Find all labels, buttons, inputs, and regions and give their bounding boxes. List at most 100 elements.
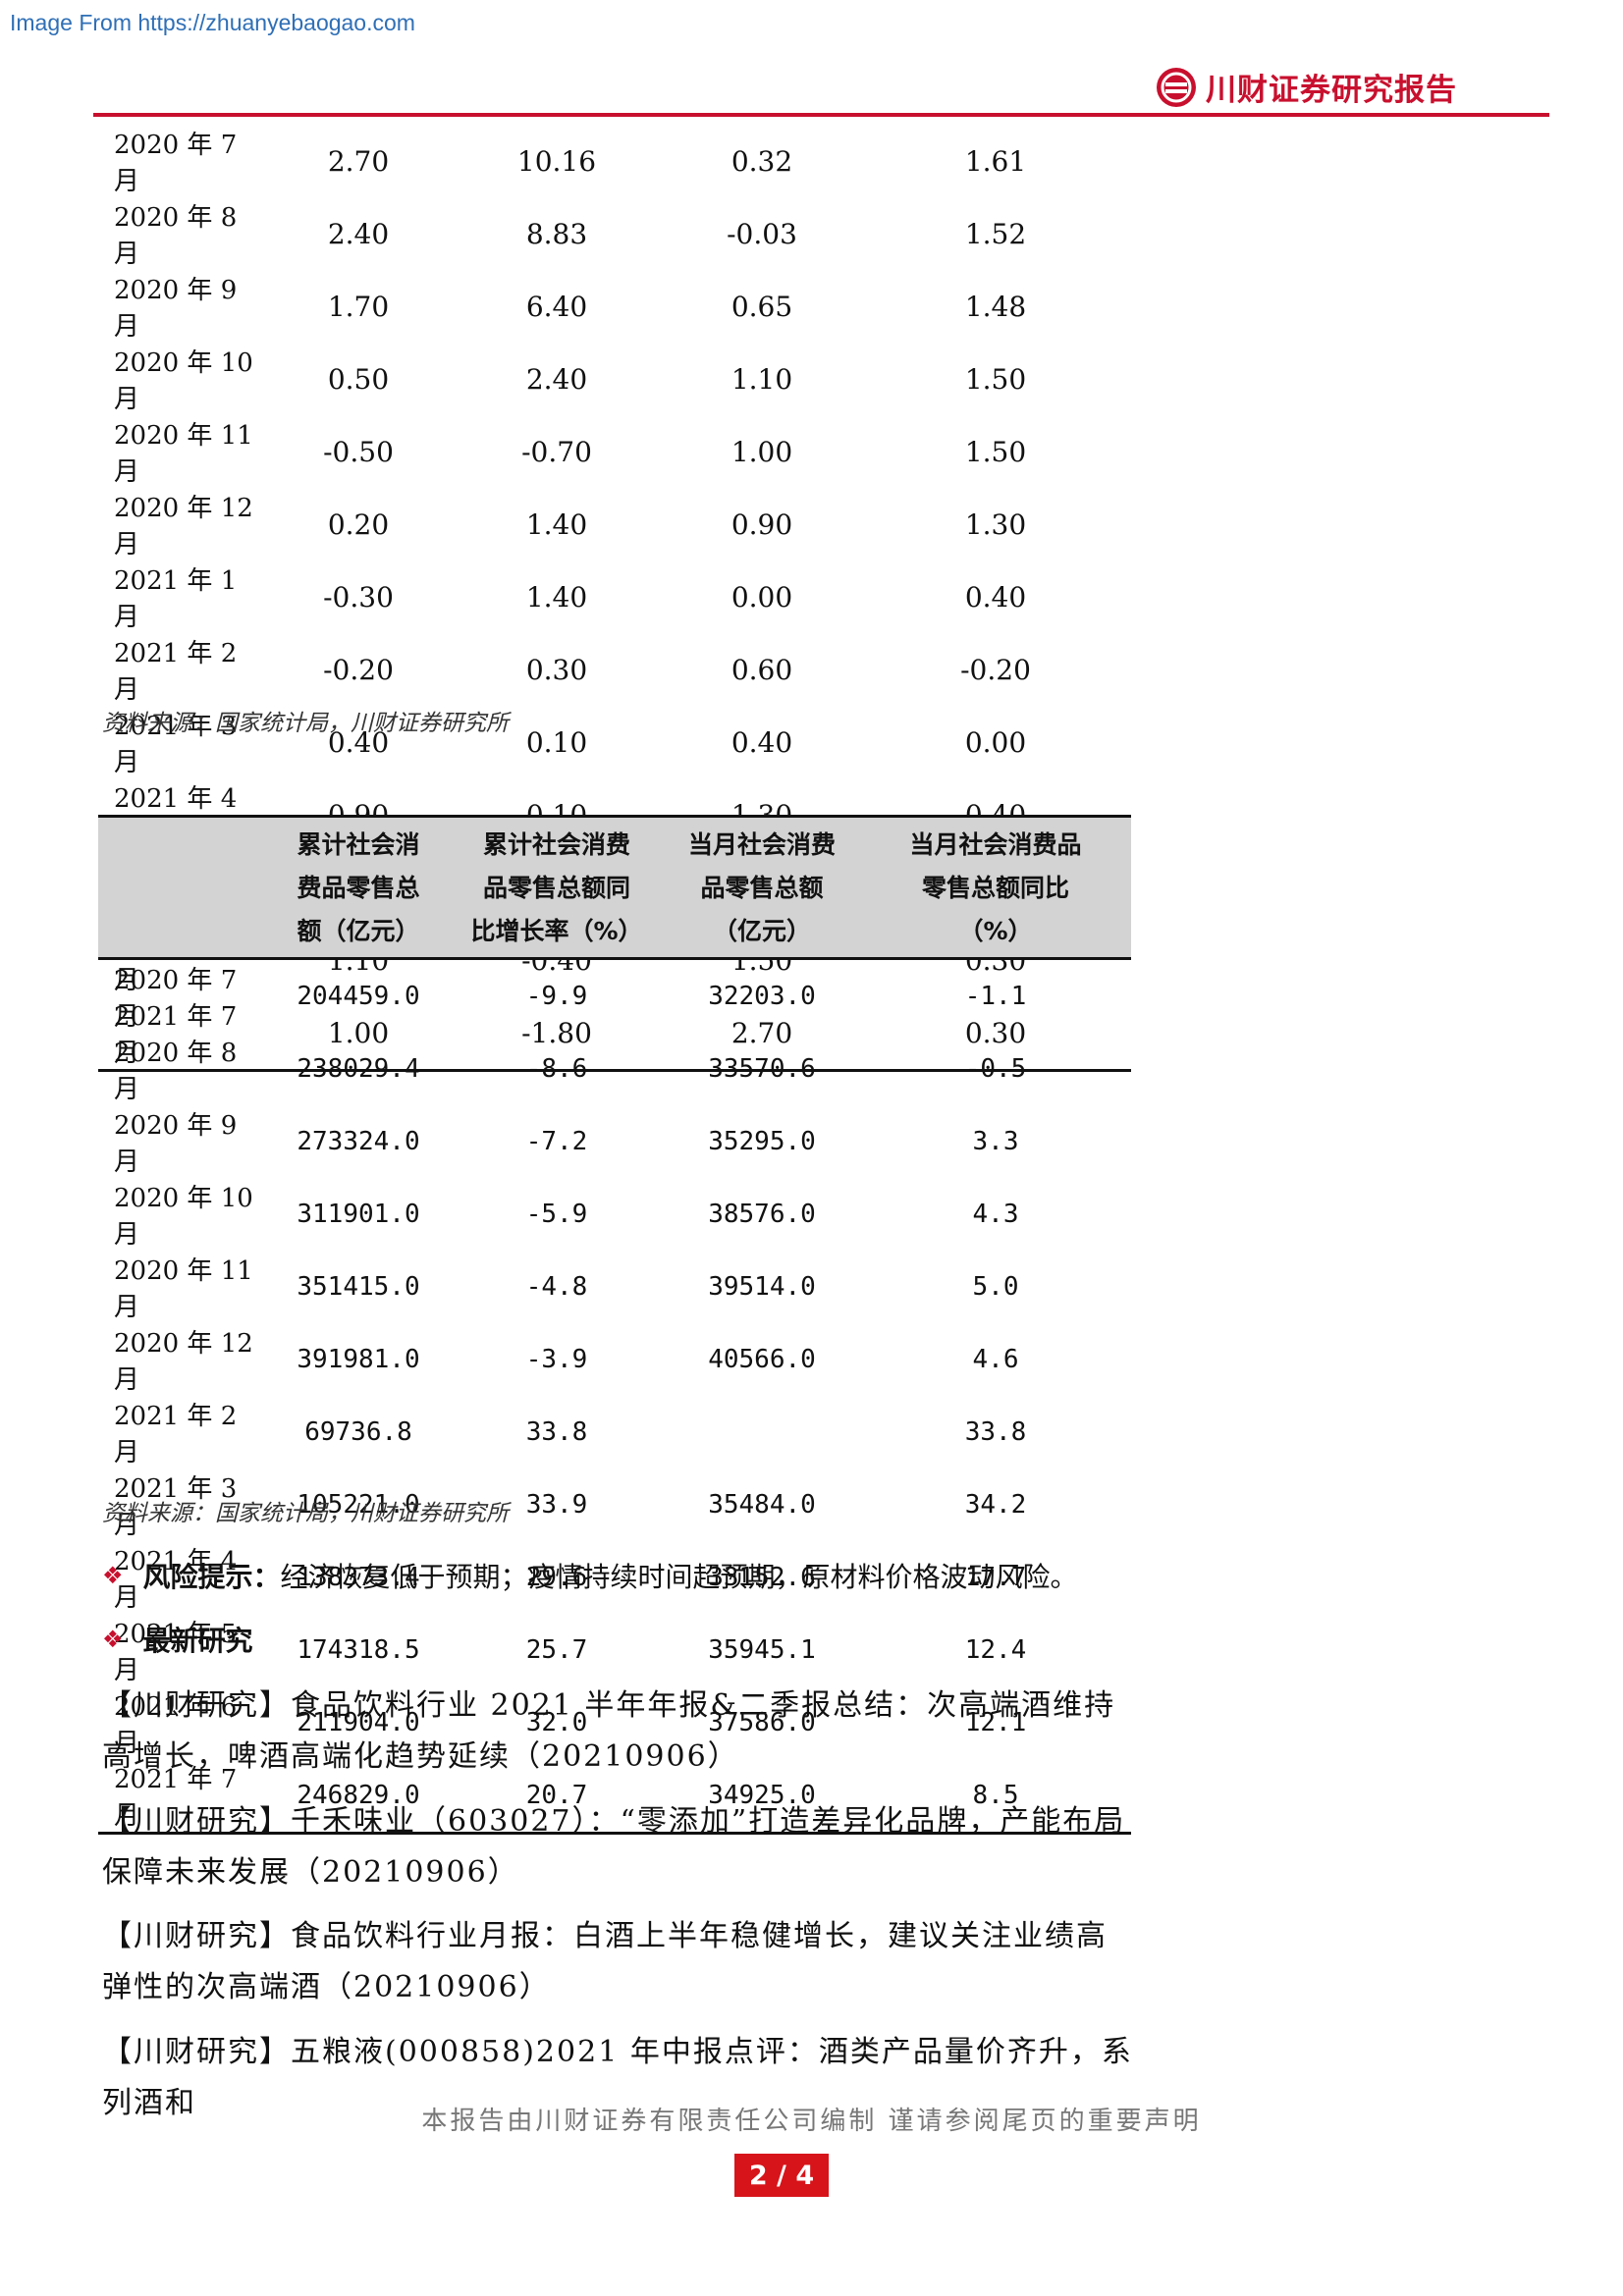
table-row: 2020 年 12 月 0.20 1.40 0.90 1.30: [98, 488, 1131, 561]
table-cell: 12.4: [964, 1635, 1027, 1665]
table-cell: 4.3: [972, 1200, 1019, 1229]
row-date: 2021 年 1 月: [114, 566, 238, 632]
table2-source: 资料来源：国家统计局，川财证券研究所: [102, 1501, 509, 1526]
table-row: 2020 年 11 月 -0.50 -0.70 1.00 1.50: [98, 415, 1131, 488]
table-cell: 4.6: [972, 1345, 1019, 1374]
table-cell: 3.3: [972, 1127, 1019, 1156]
row-date: 2020 年 8 月: [114, 203, 238, 269]
table-cell: -0.50: [323, 435, 394, 468]
table-cell: 1.40: [525, 507, 588, 541]
table-cell: 1.70: [327, 290, 390, 323]
table-cell: 0.40: [964, 580, 1027, 614]
table-row: 2021 年 1 月 -0.30 1.40 0.00 0.40: [98, 561, 1131, 633]
table-cell: -0.20: [960, 653, 1031, 686]
watermark-link[interactable]: Image From https://zhuanyebaogao.com: [10, 10, 415, 36]
table-cell: 1.30: [964, 507, 1027, 541]
table-cell: 38576.0: [708, 1200, 816, 1229]
table-cell: 238029.4: [297, 1054, 420, 1084]
table1-source: 资料来源：国家统计局，川财证券研究所: [102, 711, 509, 736]
footer-disclaimer: 本报告由川财证券有限责任公司编制 谨请参阅尾页的重要声明: [421, 2107, 1202, 2136]
table-cell: 0.40: [730, 725, 793, 759]
risk-label: 风险提示：: [142, 1561, 281, 1593]
research-item[interactable]: 【川财研究】食品饮料行业月报：白酒上半年稳健增长，建议关注业绩高弹性的次高端酒（…: [102, 1911, 1133, 2013]
table-cell: 1.48: [964, 290, 1027, 323]
table-cell: 8.83: [525, 217, 588, 250]
table-cell: 1.61: [964, 144, 1027, 178]
diamond-bullet-icon: ❖: [102, 1562, 124, 1589]
row-date: 2020 年 12 月: [114, 1329, 253, 1395]
row-date: 2020 年 7 月: [114, 966, 238, 1032]
table-cell: 0.30: [525, 653, 588, 686]
table-cell: -0.5: [964, 1054, 1027, 1084]
header-divider: [93, 113, 1549, 117]
brand-name: 川财证券研究报告: [1206, 73, 1457, 108]
table-row: 2020 年 9 月 273324.0 -7.2 35295.0 3.3: [98, 1105, 1131, 1178]
table-cell: 1.50: [964, 362, 1027, 396]
table-cell: 6.40: [525, 290, 588, 323]
chuancai-logo-icon: [1157, 67, 1196, 107]
table-cell: 34.2: [964, 1490, 1027, 1520]
table-row: 2020 年 8 月 2.40 8.83 -0.03 1.52: [98, 197, 1131, 270]
table-cell: 32203.0: [708, 982, 816, 1011]
table-cell: 0.60: [730, 653, 793, 686]
table-row: 2020 年 12 月 391981.0 -3.9 40566.0 4.6: [98, 1323, 1131, 1396]
table-cell: 0.32: [730, 144, 793, 178]
latest-research-title: 最新研究: [142, 1625, 253, 1657]
row-date: 2020 年 9 月: [114, 1111, 238, 1177]
column-header: 累计社会消 费品零售总 额（亿元）: [267, 816, 450, 960]
table-cell: 25.7: [525, 1635, 588, 1665]
table-cell: 1.00: [730, 435, 793, 468]
table-cell: -0.20: [323, 653, 394, 686]
table-cell: 40566.0: [708, 1345, 816, 1374]
table-cell: 174318.5: [297, 1635, 420, 1665]
row-date: 2020 年 9 月: [114, 276, 238, 342]
table-cell: -9.9: [525, 982, 588, 1011]
column-header: 当月社会消费品 零售总额同比 （%）: [860, 816, 1131, 960]
table-cell: [664, 1396, 860, 1468]
table-cell: 0.00: [730, 580, 793, 614]
table-cell: -1.1: [964, 982, 1027, 1011]
table-row: 2021 年 2 月 -0.20 0.30 0.60 -0.20: [98, 633, 1131, 706]
risk-text: 经济恢复低于预期；疫情持续时间超预期，原材料价格波动风险。: [280, 1561, 1078, 1593]
row-date: 2020 年 11 月: [114, 421, 253, 487]
row-date: 2020 年 10 月: [114, 1184, 253, 1250]
table-row: 2021 年 2 月 69736.8 33.8 33.8: [98, 1396, 1131, 1468]
table-row: 2020 年 7 月 2.70 10.16 0.32 1.61: [98, 125, 1131, 197]
report-brand: 川财证券研究报告: [1157, 65, 1457, 109]
table-cell: 391981.0: [297, 1345, 420, 1374]
table-cell: -4.8: [525, 1272, 588, 1302]
table-cell: 1.40: [525, 580, 588, 614]
table-row: 2020 年 10 月 311901.0 -5.9 38576.0 4.3: [98, 1178, 1131, 1251]
table-cell: 33.8: [525, 1417, 588, 1447]
latest-research-heading: ❖ 最新研究: [102, 1620, 253, 1659]
table-cell: 0.20: [327, 507, 390, 541]
table-row: 2021 年 5 月 174318.5 25.7 35945.1 12.4: [98, 1614, 1131, 1686]
table-cell: 0.65: [730, 290, 793, 323]
table-cell: 2.40: [327, 217, 390, 250]
row-date: 2021 年 2 月: [114, 639, 238, 705]
table-cell: 5.0: [972, 1272, 1019, 1302]
table-cell: 1.10: [730, 362, 793, 396]
row-date: 2020 年 11 月: [114, 1256, 253, 1322]
table-cell: -0.70: [521, 435, 592, 468]
table-cell: 0.50: [327, 362, 390, 396]
row-date: 2020 年 7 月: [114, 131, 238, 196]
table-cell: 69736.8: [304, 1417, 412, 1447]
research-item[interactable]: 【川财研究】千禾味业（603027）：“零添加”打造差异化品牌，产能布局保障未来…: [102, 1796, 1133, 1898]
table-cell: 351415.0: [297, 1272, 420, 1302]
column-header: 当月社会消费 品零售总额 （亿元）: [664, 816, 860, 960]
table-cell: 0.90: [730, 507, 793, 541]
table-cell: 35295.0: [708, 1127, 816, 1156]
table-cell: 0.00: [964, 725, 1027, 759]
table-cell: -8.6: [525, 1054, 588, 1084]
row-date: 2020 年 10 月: [114, 348, 253, 414]
table-cell: 1.52: [964, 217, 1027, 250]
row-date: 2020 年 8 月: [114, 1039, 238, 1104]
research-item[interactable]: 【川财研究】食品饮料行业 2021 半年年报&二季报总结：次高端酒维持高增长，啤…: [102, 1681, 1133, 1783]
table-cell: 273324.0: [297, 1127, 420, 1156]
table-cell: -5.9: [525, 1200, 588, 1229]
table-cell: 2.40: [525, 362, 588, 396]
table-cell: 33.8: [964, 1417, 1027, 1447]
column-header: [98, 816, 267, 960]
table-cell: 39514.0: [708, 1272, 816, 1302]
